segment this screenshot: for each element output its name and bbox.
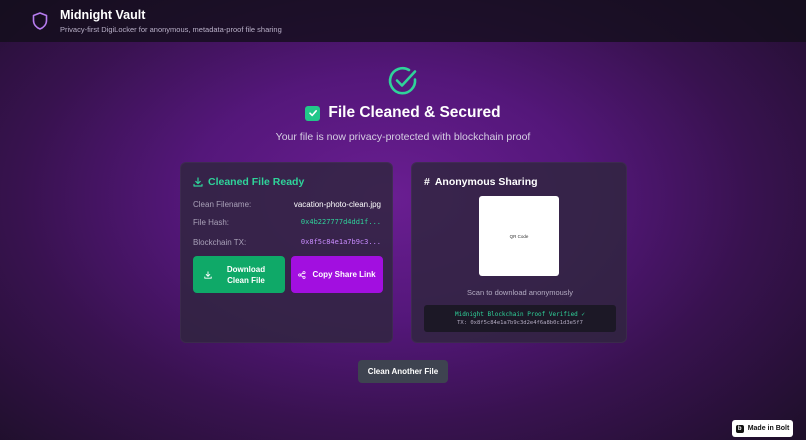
- app-title: Midnight Vault: [60, 7, 146, 22]
- hash-icon: #: [424, 176, 430, 188]
- bolt-badge-label: Made in Bolt: [747, 425, 790, 432]
- card-heading: Cleaned File Ready: [193, 176, 304, 188]
- shield-icon: [32, 12, 48, 30]
- page-subtitle: Your file is now privacy-protected with …: [275, 131, 531, 143]
- download-clean-file-button[interactable]: Download Clean File: [193, 256, 285, 293]
- proof-tx-text: TX: 0x8f5c84e1a7b9c3d2e4f6a8b0c1d3e5f7: [457, 320, 583, 326]
- cleaned-file-card: Cleaned File Ready Clean Filename: vacat…: [180, 162, 393, 343]
- cleaned-file-heading: Cleaned File Ready: [208, 176, 305, 188]
- share-icon: [298, 270, 306, 279]
- blockchain-tx-row: Blockchain TX: 0x8f5c84e1a7b9c3...: [193, 236, 381, 248]
- blockchain-proof-box: Midnight Blockchain Proof Verified ✓ TX:…: [424, 305, 616, 332]
- download-icon: [193, 177, 203, 187]
- proof-verified-text: Midnight Blockchain Proof Verified ✓: [454, 311, 586, 318]
- download-button-label: Download Clean File: [226, 264, 266, 285]
- scan-instruction: Scan to download anonymously: [467, 288, 573, 297]
- status-title-row: File Cleaned & Secured: [0, 104, 806, 122]
- copy-share-link-button[interactable]: Copy Share Link: [291, 256, 383, 293]
- download-icon: [204, 270, 212, 279]
- checkbox-check-icon: [305, 105, 321, 121]
- app-header: Midnight Vault Privacy-first DigiLocker …: [0, 0, 806, 42]
- share-button-label: Copy Share Link: [312, 270, 376, 279]
- blockchain-tx-label: Blockchain TX:: [193, 237, 247, 247]
- filename-value: vacation-photo-clean.jpg: [293, 199, 381, 209]
- blockchain-tx-value: 0x8f5c84e1a7b9c3...: [300, 238, 381, 246]
- check-circle-icon: [388, 66, 417, 95]
- app-subtitle: Privacy-first DigiLocker for anonymous, …: [60, 24, 282, 34]
- file-hash-value: 0x4b227777d4dd1f...: [300, 218, 381, 226]
- anonymous-sharing-card: # Anonymous Sharing QR Code Scan to down…: [411, 162, 627, 343]
- anonymous-sharing-heading: Anonymous Sharing: [434, 176, 538, 188]
- filename-row: Clean Filename: vacation-photo-clean.jpg: [193, 198, 381, 210]
- bolt-logo-icon: b: [735, 424, 744, 433]
- clean-another-file-button[interactable]: Clean Another File: [358, 360, 448, 383]
- made-in-bolt-badge[interactable]: b Made in Bolt: [732, 420, 793, 437]
- page-title: File Cleaned & Secured: [328, 104, 501, 121]
- filename-label: Clean Filename:: [193, 199, 252, 209]
- qr-code: QR Code: [479, 196, 559, 276]
- qr-code-label: QR Code: [509, 233, 529, 239]
- file-hash-row: File Hash: 0x4b227777d4dd1f...: [193, 216, 381, 228]
- file-hash-label: File Hash:: [193, 217, 230, 227]
- brand: Midnight Vault Privacy-first DigiLocker …: [60, 8, 282, 35]
- card-heading: # Anonymous Sharing: [424, 176, 538, 188]
